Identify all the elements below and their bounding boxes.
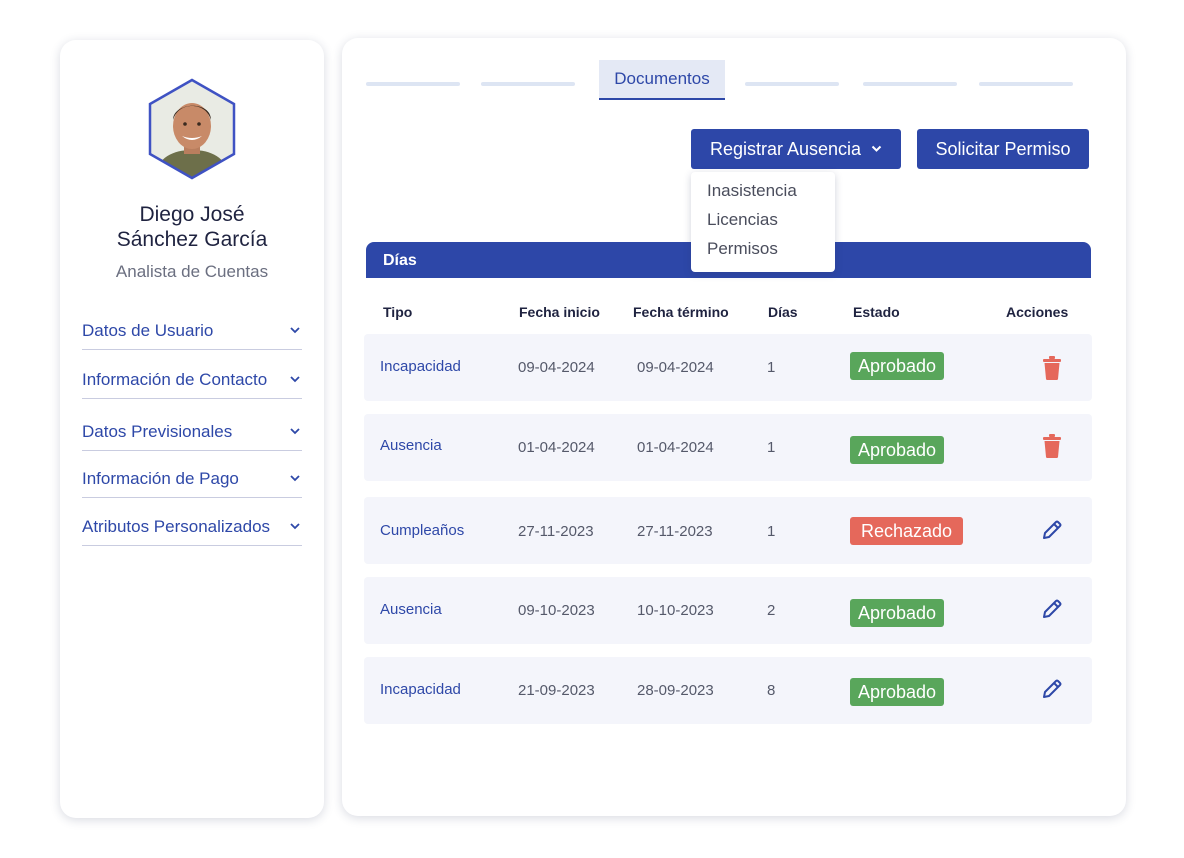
cell-dias: 2 xyxy=(767,602,776,619)
cell-tipo: Incapacidad xyxy=(380,681,461,698)
trash-icon[interactable] xyxy=(1040,354,1064,382)
cell-fecha-inicio: 27-11-2023 xyxy=(518,523,594,540)
cell-tipo: Incapacidad xyxy=(380,358,461,375)
column-header-fecha-inicio: Fecha inicio xyxy=(519,304,600,320)
pencil-icon[interactable] xyxy=(1040,516,1064,544)
chevron-down-icon xyxy=(871,145,882,153)
cell-dias: 1 xyxy=(767,359,776,376)
tab-placeholder-2[interactable] xyxy=(481,82,575,86)
register-absence-label: Registrar Ausencia xyxy=(709,138,862,159)
cell-fecha-termino: 28-09-2023 xyxy=(637,682,714,699)
cell-fecha-termino: 10-10-2023 xyxy=(637,602,714,619)
column-header-estado: Estado xyxy=(853,304,900,320)
column-header-acciones: Acciones xyxy=(1006,304,1069,320)
cell-dias: 1 xyxy=(767,439,776,456)
profile-name-line1: Diego José xyxy=(139,203,245,226)
register-absence-button[interactable]: Registrar Ausencia xyxy=(691,129,901,169)
sidebar-item-datos-usuario[interactable]: Datos de Usuario xyxy=(82,318,302,350)
dropdown-item-inasistencia[interactable]: Inasistencia xyxy=(691,176,835,205)
dropdown-item-licencias[interactable]: Licencias xyxy=(691,205,835,234)
pencil-icon[interactable] xyxy=(1040,675,1064,703)
chevron-down-icon xyxy=(288,373,302,387)
chevron-down-icon xyxy=(288,472,302,486)
tab-placeholder-3[interactable] xyxy=(745,82,839,86)
tab-placeholder-1[interactable] xyxy=(366,82,460,86)
table-row: Incapacidad 09-04-2024 09-04-2024 1 Apro… xyxy=(364,334,1092,401)
cell-fecha-termino: 27-11-2023 xyxy=(637,523,713,540)
column-header-fecha-termino: Fecha término xyxy=(633,304,729,320)
dropdown-item-permisos[interactable]: Permisos xyxy=(691,234,835,263)
sidebar-item-atributos-personalizados[interactable]: Atributos Personalizados xyxy=(82,514,302,546)
cell-fecha-termino: 01-04-2024 xyxy=(637,439,714,456)
table-row: Incapacidad 21-09-2023 28-09-2023 8 Apro… xyxy=(364,657,1092,724)
cell-tipo: Ausencia xyxy=(380,437,442,454)
status-badge: Aprobado xyxy=(850,678,945,706)
cell-dias: 8 xyxy=(767,682,776,699)
cell-fecha-inicio: 01-04-2024 xyxy=(518,439,595,456)
status-badge: Aprobado xyxy=(850,599,945,627)
avatar xyxy=(142,76,242,182)
sidebar-item-datos-previsionales[interactable]: Datos Previsionales xyxy=(82,419,302,451)
cell-fecha-inicio: 09-04-2024 xyxy=(518,359,595,376)
chevron-down-icon xyxy=(288,425,302,439)
sidebar-item-informacion-contacto[interactable]: Información de Contacto xyxy=(82,367,302,399)
table-row: Ausencia 01-04-2024 01-04-2024 1 Aprobad… xyxy=(364,414,1092,481)
status-badge: Aprobado xyxy=(850,352,945,380)
trash-icon[interactable] xyxy=(1040,432,1064,460)
table-row: Cumpleaños 27-11-2023 27-11-2023 1 Recha… xyxy=(364,497,1092,564)
sidebar-item-label: Información de Pago xyxy=(82,468,239,488)
status-badge: Rechazado xyxy=(850,517,964,545)
sidebar-item-label: Atributos Personalizados xyxy=(82,516,271,536)
chevron-down-icon xyxy=(288,520,302,534)
status-badge: Aprobado xyxy=(850,436,945,464)
sidebar-item-informacion-pago[interactable]: Información de Pago xyxy=(82,466,302,498)
cell-fecha-termino: 09-04-2024 xyxy=(637,359,714,376)
profile-role: Analista de Cuentas xyxy=(115,262,269,281)
main-panel: Documentos Registrar Ausencia Solicitar … xyxy=(342,38,1126,816)
table-row: Ausencia 09-10-2023 10-10-2023 2 Aprobad… xyxy=(364,577,1092,644)
column-header-tipo: Tipo xyxy=(383,304,413,320)
sidebar-item-label: Datos de Usuario xyxy=(82,320,214,340)
request-permission-button[interactable]: Solicitar Permiso xyxy=(917,129,1089,169)
cell-fecha-inicio: 21-09-2023 xyxy=(518,682,595,699)
column-header-dias: Días xyxy=(768,304,798,320)
tab-documentos[interactable]: Documentos xyxy=(599,60,725,100)
tab-placeholder-5[interactable] xyxy=(979,82,1073,86)
cell-fecha-inicio: 09-10-2023 xyxy=(518,602,595,619)
profile-card: Diego José Sánchez García Analista de Cu… xyxy=(60,40,324,818)
section-title: Días xyxy=(383,252,417,269)
tab-placeholder-4[interactable] xyxy=(863,82,957,86)
pencil-icon[interactable] xyxy=(1040,595,1064,623)
cell-tipo: Cumpleaños xyxy=(380,522,465,539)
register-absence-dropdown: Inasistencia Licencias Permisos xyxy=(691,172,835,272)
sidebar-item-label: Información de Contacto xyxy=(82,369,268,389)
cell-tipo: Ausencia xyxy=(380,601,442,618)
sidebar-item-label: Datos Previsionales xyxy=(82,421,233,441)
cell-dias: 1 xyxy=(767,523,776,540)
chevron-down-icon xyxy=(288,324,302,338)
profile-name-line2: Sánchez García xyxy=(116,228,268,251)
